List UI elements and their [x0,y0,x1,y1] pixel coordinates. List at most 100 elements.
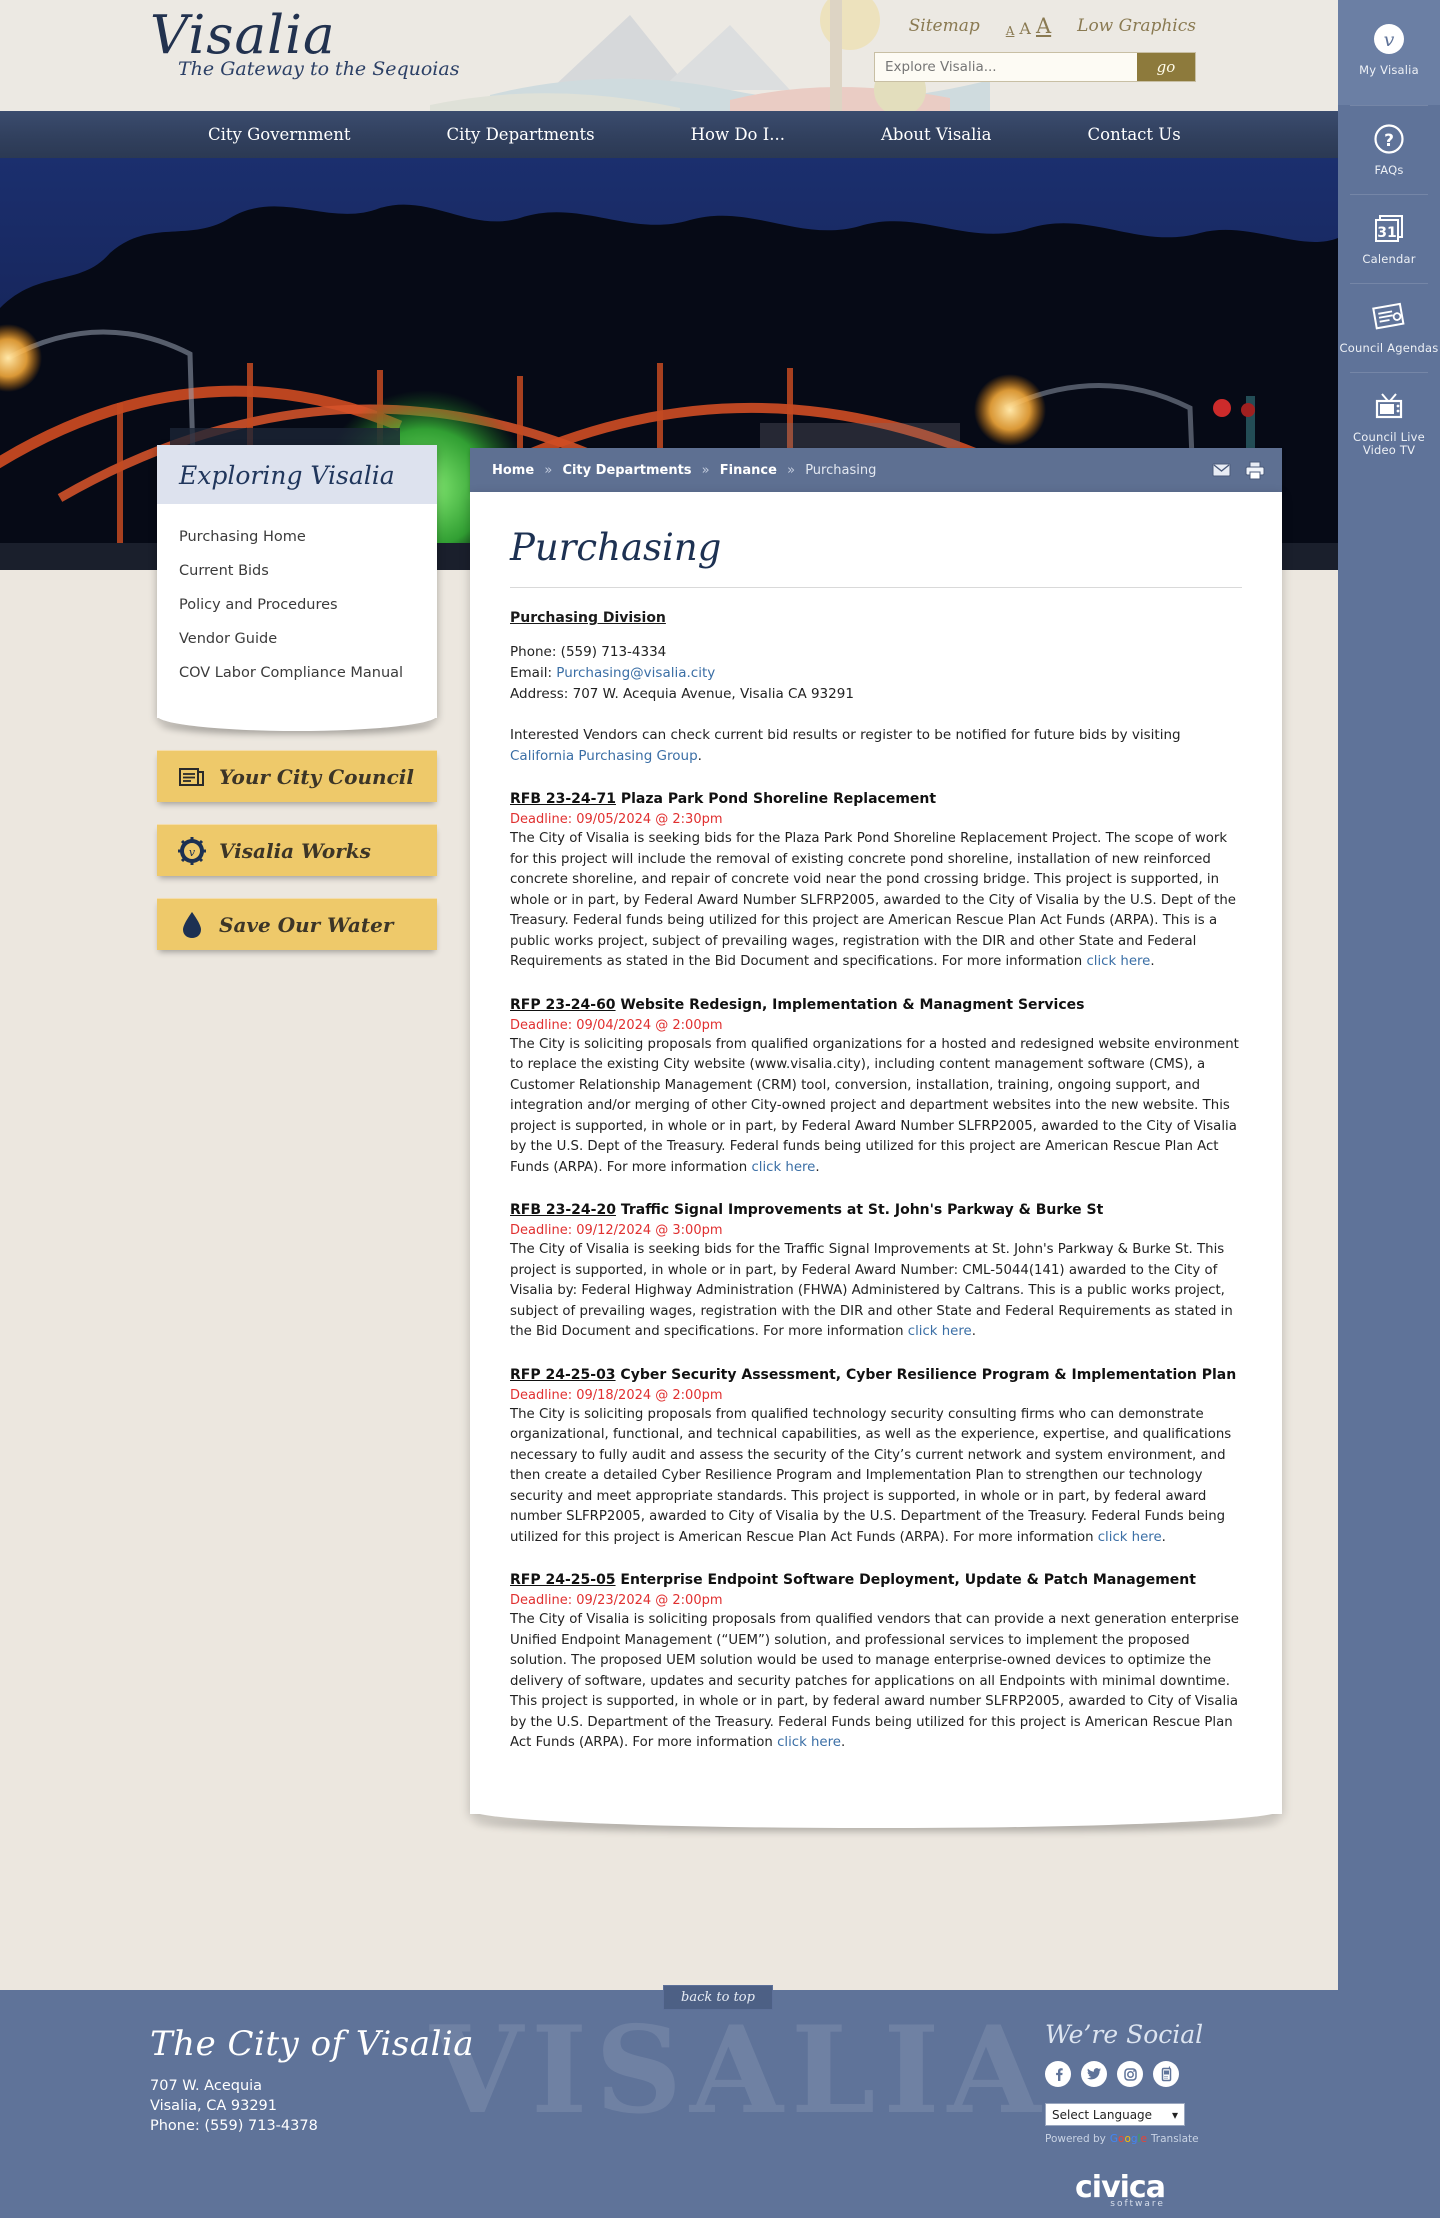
bid-number[interactable]: RFP 24-25-03 [510,1367,616,1383]
click-here-link[interactable]: click here [908,1324,972,1339]
page-actions [1210,459,1266,481]
quicklink-calendar[interactable]: 31 Calendar [1338,195,1440,283]
email-icon[interactable] [1210,459,1232,481]
email-link[interactable]: Purchasing@visalia.city [556,665,715,681]
sidebar-item-current-bids[interactable]: Current Bids [157,554,437,588]
sitemap-link[interactable]: Sitemap [909,16,980,36]
nav-city-government[interactable]: City Government [160,125,398,144]
quicklink-faqs[interactable]: ? FAQs [1338,106,1440,194]
click-here-link[interactable]: click here [751,1160,815,1175]
quicklink-label: Council Agendas [1339,341,1439,355]
site-header: Visalia The Gateway to the Sequoias Site… [0,0,1338,111]
visalia-works-button[interactable]: v Visalia Works [157,824,437,876]
quicklink-council-live-video[interactable]: Council Live Video TV [1338,373,1440,461]
bid-description: The City of Visalia is seeking bids for … [510,829,1242,973]
click-here-link[interactable]: click here [1098,1530,1162,1545]
page-title: Purchasing [510,526,1242,588]
footer-right: We’re Social Select Language ▾ Powered b… [1045,2020,1203,2145]
bid-name: Traffic Signal Improvements at St. John'… [615,1202,1104,1218]
your-city-council-button[interactable]: Your City Council [157,750,437,802]
bid-deadline: Deadline: 09/12/2024 @ 3:00pm [510,1223,723,1238]
nav-city-departments[interactable]: City Departments [398,125,642,144]
bid-title: RFP 24-25-05 Enterprise Endpoint Softwar… [510,1570,1242,1590]
bid-name: Enterprise Endpoint Software Deployment,… [615,1572,1196,1588]
sidebar-title: Exploring Visalia [179,461,395,490]
sidebar-header: Exploring Visalia [157,445,437,504]
click-here-link[interactable]: click here [1086,954,1150,969]
footer-left: The City of Visalia 707 W. Acequia Visal… [150,2024,474,2136]
site-search[interactable]: go [874,52,1196,82]
phone-label: Phone: [510,644,561,660]
facebook-icon[interactable] [1045,2061,1071,2087]
save-our-water-button[interactable]: Save Our Water [157,898,437,950]
svg-text:v: v [189,846,196,859]
bid-title: RFP 24-25-03 Cyber Security Assessment, … [510,1365,1242,1385]
breadcrumb-finance[interactable]: Finance [720,463,777,478]
civica-logo[interactable]: civica software [1075,2170,1166,2209]
list-item: COV Labor Compliance Manual [157,656,437,690]
television-icon [1370,387,1408,425]
nav-contact-us[interactable]: Contact Us [1040,125,1229,144]
breadcrumb-bar: Home » City Departments » Finance » Purc… [470,448,1282,492]
social-links [1045,2061,1203,2087]
sidebar-item-labor-compliance-manual[interactable]: COV Labor Compliance Manual [157,656,437,690]
sidebar-item-vendor-guide[interactable]: Vendor Guide [157,622,437,656]
powered-by-translate: Powered by Google Translate [1045,2133,1203,2145]
nav-how-do-i[interactable]: How Do I... [643,125,833,144]
svg-text:31: 31 [1377,225,1396,241]
quicklink-council-agendas[interactable]: Council Agendas [1338,284,1440,372]
twitter-icon[interactable] [1081,2061,1107,2087]
site-logo[interactable]: Visalia The Gateway to the Sequoias [150,8,460,81]
font-size-control[interactable]: A A A [1006,14,1051,38]
click-here-link[interactable]: click here [777,1735,841,1750]
low-graphics-link[interactable]: Low Graphics [1077,16,1196,36]
bid-tail: . [1161,1529,1166,1545]
bid-deadline: Deadline: 09/05/2024 @ 2:30pm [510,812,723,827]
breadcrumb-current: Purchasing [805,462,877,478]
bid-body-text: The City of Visalia is seeking bids for … [510,831,1236,969]
breadcrumb-city-departments[interactable]: City Departments [562,463,691,478]
sidebar-item-policy-procedures[interactable]: Policy and Procedures [157,588,437,622]
bid-number[interactable]: RFP 23-24-60 [510,997,616,1013]
search-input[interactable] [875,53,1137,81]
social-heading: We’re Social [1045,2020,1204,2049]
bid-body-text: The City of Visalia is soliciting propos… [510,1612,1239,1750]
search-go-button[interactable]: go [1137,53,1195,81]
vendor-intro-paragraph: Interested Vendors can check current bid… [510,725,1242,767]
breadcrumb-separator: » [701,462,710,478]
font-size-medium[interactable]: A [1019,19,1031,38]
back-to-top-button[interactable]: back to top [663,1985,773,2010]
language-select[interactable]: Select Language ▾ [1045,2103,1185,2126]
breadcrumb-home[interactable]: Home [492,463,534,478]
bid-description: The City is soliciting proposals from qu… [510,1035,1242,1179]
quicklink-label: Council Live Video TV [1353,430,1425,457]
bid-title: RFB 23-24-71 Plaza Park Pond Shoreline R… [510,789,1242,809]
left-sidebar: Exploring Visalia Purchasing Home Curren… [157,445,437,950]
button-label: Your City Council [219,764,414,789]
intro-text: Interested Vendors can check current bid… [510,727,1181,743]
nav-about-visalia[interactable]: About Visalia [833,125,1040,144]
quick-links-sidebar: v My Visalia ? FAQs 31 Calendar Council … [1338,0,1440,2218]
breadcrumb-separator: » [544,462,553,478]
california-purchasing-group-link[interactable]: California Purchasing Group [510,748,698,764]
quicklink-my-visalia[interactable]: v My Visalia [1338,0,1440,105]
bid-number[interactable]: RFB 23-24-71 [510,791,616,807]
contact-email: Email: Purchasing@visalia.city [510,663,1242,684]
print-icon[interactable] [1244,459,1266,481]
google-logo-icon: Google [1109,2133,1147,2145]
font-size-small[interactable]: A [1006,24,1015,38]
logo-tagline: The Gateway to the Sequoias [178,58,460,80]
bid-listing: RFP 24-25-05 Enterprise Endpoint Softwar… [510,1570,1242,1754]
font-size-large[interactable]: A [1036,14,1051,38]
phone-value: (559) 713-4334 [560,644,667,660]
intro-end: . [697,748,702,764]
bid-number[interactable]: RFP 24-25-05 [510,1572,616,1588]
bid-description: The City of Visalia is soliciting propos… [510,1610,1242,1754]
bid-number[interactable]: RFB 23-24-20 [510,1202,616,1218]
bid-description: The City is soliciting proposals from qu… [510,1405,1242,1549]
mobile-phone-icon[interactable] [1153,2061,1179,2087]
sidebar-menu-list: Purchasing Home Current Bids Policy and … [157,504,437,690]
sidebar-item-purchasing-home[interactable]: Purchasing Home [157,520,437,554]
instagram-icon[interactable] [1117,2061,1143,2087]
bid-name: Website Redesign, Implementation & Manag… [615,996,1085,1013]
